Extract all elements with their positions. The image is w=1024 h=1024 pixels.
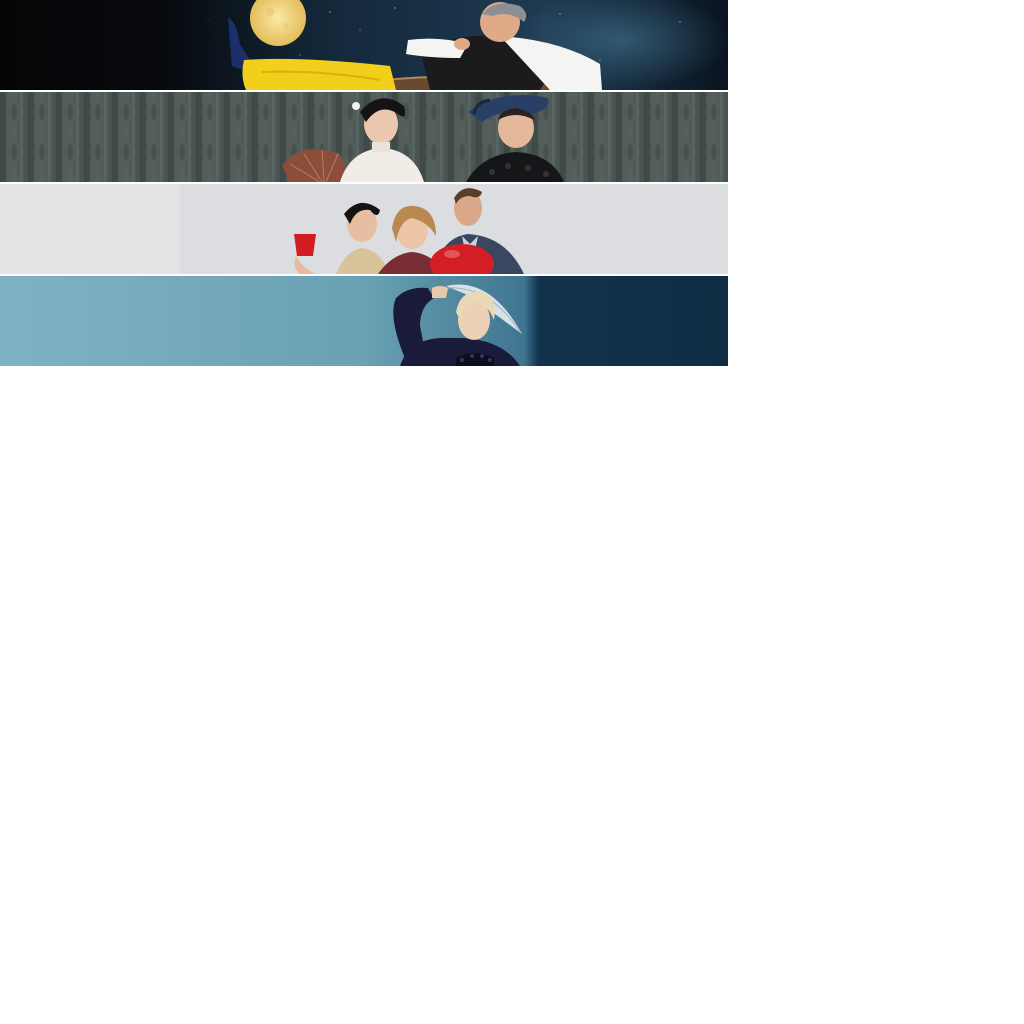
banner-teal-feather [0,276,728,366]
banner-stack [0,0,728,366]
damask-curtain-image [0,92,728,182]
banner-grey-party [0,184,728,274]
night-lounge-image [0,0,728,90]
teal-feather-image [0,276,728,366]
grey-party-image [0,184,728,274]
banner-night-lounge [0,0,728,90]
banner-damask-curtain [0,92,728,182]
